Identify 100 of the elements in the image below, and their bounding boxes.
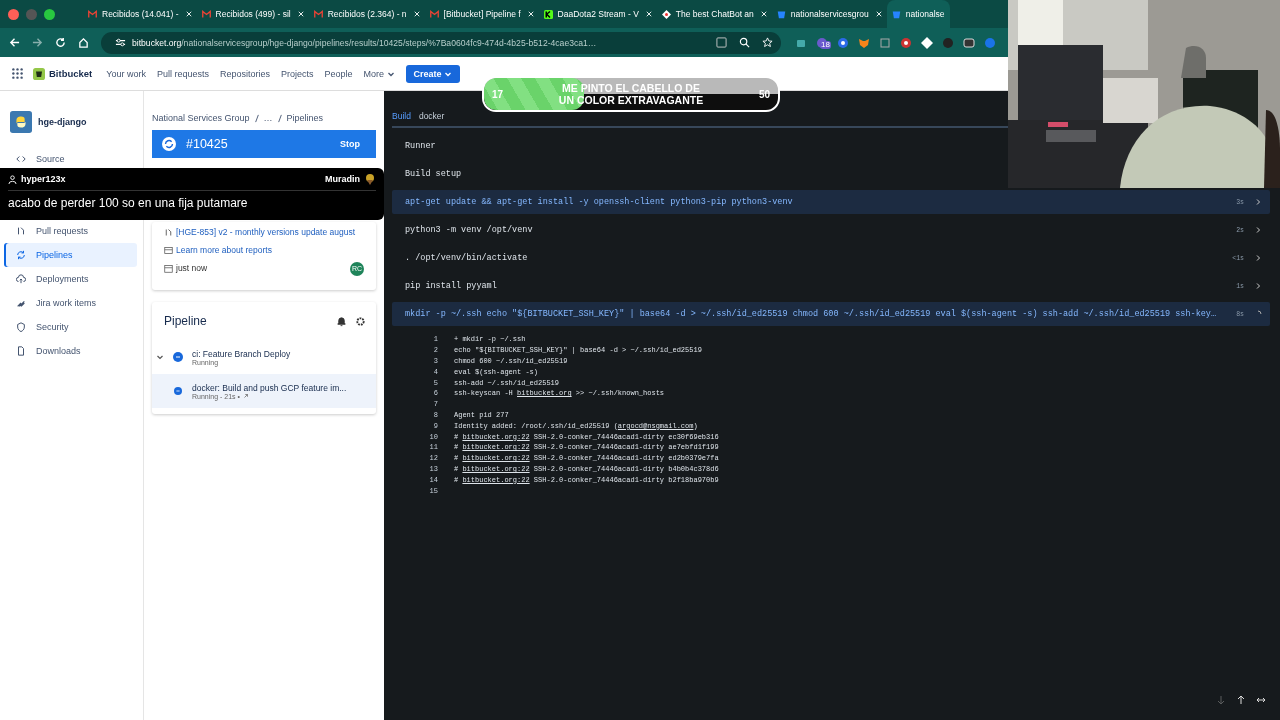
command-row[interactable]: Build setup [392,162,470,186]
create-button[interactable]: Create [405,64,461,83]
bitbucket-logo-icon[interactable] [33,67,45,80]
chat-username: hyper123x [21,174,67,184]
report-icon [164,246,173,255]
pull-request-icon [16,226,26,236]
browser-tab[interactable]: Recibidos (14.041) - [83,0,197,28]
bitbucket-icon [776,9,786,19]
step-name: ci: Feature Branch Deploy [192,348,291,359]
browser-tab[interactable]: nationalse [886,0,950,28]
nav-link[interactable]: People [324,68,353,79]
shield-icon [16,322,26,332]
close-tab-icon[interactable] [185,11,192,17]
nav-link[interactable]: Projects [281,68,314,79]
browser-tab[interactable]: [Bitbucket] Pipeline f [424,0,539,28]
step-tab[interactable]: Build [392,111,411,121]
close-tab-icon[interactable] [413,11,420,17]
close-tab-icon[interactable] [760,11,767,17]
nav-link[interactable]: Pull requests [157,68,209,79]
close-tab-icon[interactable] [527,11,534,17]
repository-name[interactable]: hge-django [38,117,87,127]
more-menu[interactable]: More [363,68,395,79]
sidebar-item[interactable]: Deployments [4,267,137,291]
mail-icon [201,9,211,19]
code-icon [16,154,26,164]
reload-icon[interactable] [55,37,66,48]
close-tab-icon[interactable] [645,11,652,17]
reports-link[interactable]: Learn more about reports [176,244,272,256]
scroll-down-icon[interactable] [1216,695,1226,705]
step-name: docker: Build and push GCP feature im... [192,382,347,393]
app-grid-icon[interactable] [12,68,23,79]
zoom-icon[interactable] [739,37,750,48]
k-logo-icon [543,9,553,19]
browser-tab[interactable]: Recibidos (499) - sil [196,0,309,28]
run-number: #10425 [186,137,229,151]
pull-request-icon [164,228,173,237]
browser-tab[interactable]: The best ChatBot an [656,0,772,28]
file-icon [16,346,26,356]
breadcrumb-link[interactable]: National Services Group [152,113,250,123]
pull-request-link[interactable]: [HGE-853] v2 - monthly versions update august [176,226,356,238]
diamond-icon[interactable] [921,36,933,49]
user-icon [8,174,17,184]
sync-icon [16,250,26,260]
browser-tab[interactable]: nationalservicesgrou [771,0,887,28]
sidebar-item[interactable]: Downloads [4,339,137,363]
site-settings-icon[interactable] [115,37,126,48]
browser-tab[interactable]: Recibidos (2.364) - n [308,0,425,28]
chevron-right-icon [1254,254,1262,262]
chevron-right-icon [1254,282,1262,290]
jira-icon [16,298,26,308]
python-logo-icon [10,111,32,133]
mail-icon [88,9,97,19]
close-tab-icon[interactable] [875,11,882,17]
settings-icon[interactable] [355,315,366,327]
calendar-icon [164,264,173,273]
extension-icon[interactable] [900,36,912,49]
expand-icon[interactable] [1256,695,1266,705]
breadcrumb-separator-icon [254,113,259,123]
breadcrumb-link[interactable]: Pipelines [286,113,324,123]
back-icon[interactable] [9,37,20,48]
diamond-icon [661,9,671,19]
caret-icon [444,70,453,79]
sidebar-item[interactable]: Pull requests [4,219,137,243]
goal-current-count: 17 [492,88,504,100]
sidebar-item[interactable]: Security [4,315,137,339]
sidebar-item[interactable]: Jira work items [4,291,137,315]
extension-icon[interactable] [963,36,975,49]
stop-button[interactable]: Stop [334,138,366,150]
pipeline-title: Pipeline [164,314,208,328]
bell-icon[interactable] [336,315,347,327]
product-name[interactable]: Bitbucket [49,68,93,79]
browser-tab[interactable]: DaaDota2 Stream - V [538,0,657,28]
forward-icon[interactable] [32,37,43,48]
breadcrumb-link[interactable]: … [263,113,273,123]
chevron-right-icon [1254,198,1262,206]
cloud-icon [16,274,26,284]
mail-icon [313,9,323,19]
chat-badge-text: Muradin [325,174,360,184]
close-window-button[interactable] [8,8,19,20]
maximize-window-button[interactable] [44,8,55,20]
extension-icon[interactable] [837,36,849,49]
nav-link[interactable]: Your work [106,68,146,79]
step-tab[interactable]: docker [418,111,445,121]
nav-link[interactable]: Repositories [220,68,271,79]
sidebar-item[interactable]: Pipelines [4,243,137,267]
chevron-right-icon [1254,226,1262,234]
home-icon[interactable] [78,37,89,48]
fox-icon[interactable] [858,36,870,49]
mail-icon [429,9,439,19]
bitbucket-icon [891,9,901,19]
close-tab-icon[interactable] [297,11,304,17]
command-row[interactable]: Runner [392,134,444,158]
bookmark-star-icon[interactable] [762,37,773,48]
sync-icon [162,137,176,151]
external-link-icon[interactable] [243,393,249,399]
address-field[interactable]: bitbucket.org/nationalservicesgroup/hge-django/pipelines/results/10425/steps/%7Ba0604fc9-474d-4b25-b512-4cae3ca1… [101,31,781,54]
scroll-up-icon[interactable] [1236,695,1246,705]
sidebar-item[interactable]: Source [4,147,137,171]
extension-badge: 18 [820,40,831,49]
chevron-down-icon[interactable] [156,353,164,361]
